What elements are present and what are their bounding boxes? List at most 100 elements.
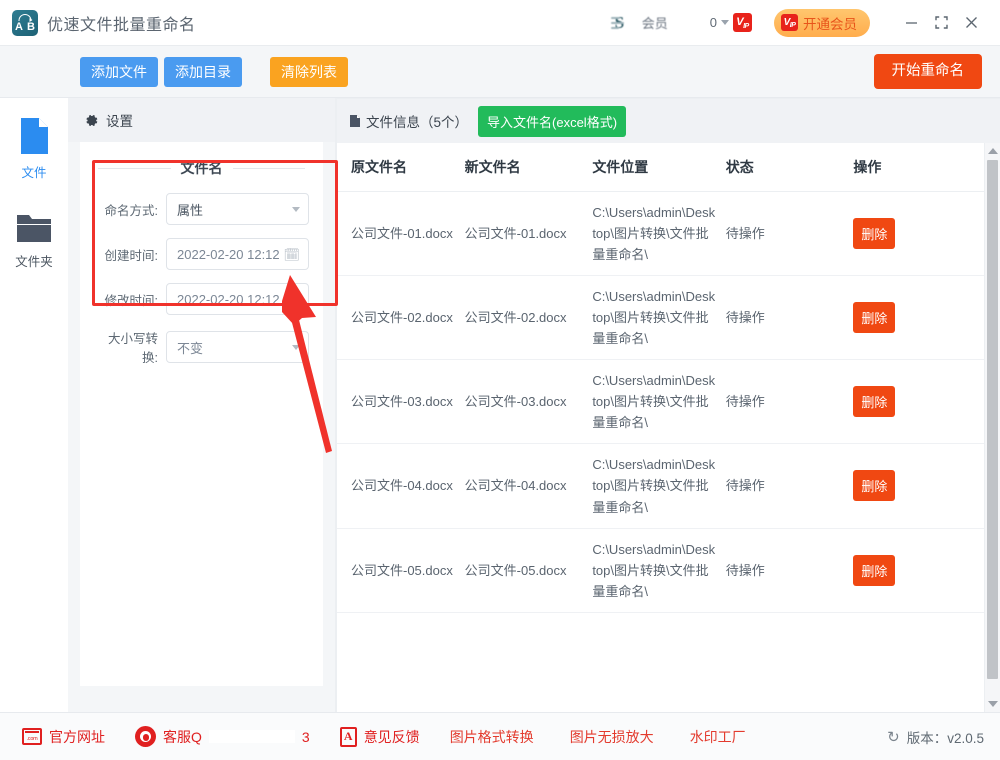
cell-action: 删除 bbox=[853, 275, 984, 361]
file-table-wrap: 原文件名 新文件名 文件位置 状态 操作 公司文件-01.docx 公司文件-0… bbox=[337, 143, 1000, 712]
start-rename-button[interactable]: 开始重命名 bbox=[873, 54, 982, 89]
open-vip-button[interactable]: V IP 开通会员 bbox=[774, 8, 870, 37]
user-account[interactable]: S 会员 bbox=[610, 13, 668, 33]
chevron-down-icon bbox=[292, 344, 300, 350]
naming-mode-select[interactable]: 属性 bbox=[166, 193, 309, 225]
file-info-title-text: 文件信息（5个） bbox=[366, 115, 469, 130]
footer-bar: .com 官方网址 客服Q 3 A 意见反馈 图片格式转换 图片无损放大 水印工… bbox=[0, 712, 1000, 760]
form-row-case-convert: 大小写转换: 不变 bbox=[80, 328, 323, 366]
cell-original-name: 公司文件-03.docx bbox=[337, 359, 465, 445]
table-row: 公司文件-04.docx 公司文件-04.docx C:\Users\admin… bbox=[337, 443, 984, 529]
scroll-down-button[interactable] bbox=[987, 696, 998, 712]
user-name: 会员 bbox=[641, 16, 668, 31]
link-watermark-factory[interactable]: 水印工厂 bbox=[690, 727, 746, 747]
minimize-button[interactable] bbox=[896, 8, 926, 38]
cell-new-name: 公司文件-03.docx bbox=[464, 359, 593, 445]
refresh-icon: ↻ bbox=[887, 728, 900, 746]
sidebar-item-folder[interactable]: 文件夹 bbox=[6, 207, 62, 274]
file-list-header: 文件信息（5个） 导入文件名(excel格式) bbox=[337, 99, 1000, 143]
triangle-up-icon bbox=[987, 148, 998, 154]
logo-letter-b: B bbox=[27, 20, 35, 33]
customer-support-link[interactable]: 客服Q 3 bbox=[135, 726, 310, 747]
cell-new-name: 公司文件-05.docx bbox=[464, 528, 593, 613]
scrollbar-track[interactable] bbox=[985, 159, 1000, 696]
calendar-icon: 🗓 bbox=[283, 246, 300, 262]
settings-header-label: 设置 bbox=[106, 114, 133, 129]
app-title: 优速文件批量重命名 bbox=[47, 16, 196, 34]
delete-button[interactable]: 删除 bbox=[853, 386, 896, 418]
vip-icon: V IP bbox=[733, 13, 752, 32]
file-info-icon bbox=[350, 115, 360, 127]
import-excel-button[interactable]: 导入文件名(excel格式) bbox=[478, 105, 627, 137]
headset-icon bbox=[135, 726, 156, 747]
maximize-button[interactable] bbox=[926, 8, 956, 38]
naming-mode-label: 命名方式: bbox=[104, 203, 158, 218]
file-icon bbox=[21, 118, 48, 154]
table-row: 公司文件-02.docx 公司文件-02.docx C:\Users\admin… bbox=[337, 275, 984, 361]
case-convert-select[interactable]: 不变 bbox=[166, 331, 309, 363]
cell-file-path: C:\Users\admin\Desktop\图片转换\文件批量重命名\ bbox=[592, 528, 726, 613]
customer-support-suffix: 3 bbox=[301, 728, 310, 745]
file-table: 原文件名 新文件名 文件位置 状态 操作 公司文件-01.docx 公司文件-0… bbox=[337, 143, 984, 613]
settings-header: 设置 bbox=[68, 98, 335, 142]
file-info-title: 文件信息（5个） bbox=[349, 111, 468, 131]
cell-new-name: 公司文件-04.docx bbox=[464, 443, 593, 529]
modify-time-value: 2022-02-20 12:12 bbox=[177, 291, 280, 307]
clear-list-button[interactable]: 清除列表 bbox=[270, 56, 348, 87]
delete-button[interactable]: 删除 bbox=[853, 218, 896, 250]
delete-button[interactable]: 删除 bbox=[853, 302, 896, 334]
form-row-naming-mode: 命名方式: 属性 bbox=[80, 193, 323, 225]
create-time-input[interactable]: 2022-02-20 12:12 🗓 bbox=[166, 238, 309, 270]
maximize-icon bbox=[934, 16, 948, 29]
col-status: 状态 bbox=[725, 143, 854, 192]
avatar-streak bbox=[610, 26, 619, 29]
modify-time-input[interactable]: 2022-02-20 12:12 🗓 bbox=[166, 283, 309, 315]
cell-original-name: 公司文件-05.docx bbox=[337, 528, 465, 613]
app-logo-icon: A B bbox=[12, 9, 38, 36]
delete-button[interactable]: 删除 bbox=[853, 554, 896, 586]
cell-status: 待操作 bbox=[725, 275, 854, 361]
vertical-scrollbar[interactable] bbox=[984, 143, 1000, 712]
table-row: 公司文件-05.docx 公司文件-05.docx C:\Users\admin… bbox=[337, 528, 984, 613]
scrollbar-thumb[interactable] bbox=[987, 160, 998, 679]
cell-file-path: C:\Users\admin\Desktop\图片转换\文件批量重命名\ bbox=[592, 359, 726, 445]
avatar: S bbox=[610, 13, 635, 33]
cell-action: 删除 bbox=[853, 191, 984, 277]
chevron-down-icon bbox=[721, 20, 729, 25]
delete-button[interactable]: 删除 bbox=[853, 470, 896, 502]
feedback-link[interactable]: A 意见反馈 bbox=[339, 726, 420, 747]
feedback-label: 意见反馈 bbox=[363, 728, 420, 745]
naming-mode-value: 属性 bbox=[177, 202, 204, 218]
add-directory-button[interactable]: 添加目录 bbox=[164, 56, 242, 87]
cell-original-name: 公司文件-02.docx bbox=[337, 275, 465, 361]
avatar-streak bbox=[610, 21, 624, 24]
cell-action: 删除 bbox=[853, 359, 984, 445]
cell-new-name: 公司文件-01.docx bbox=[464, 191, 593, 277]
version-info[interactable]: ↻ 版本：v2.0.5 bbox=[887, 727, 984, 747]
customer-support-label: 客服Q bbox=[163, 728, 202, 745]
cell-original-name: 公司文件-04.docx bbox=[337, 443, 465, 529]
link-image-format-convert[interactable]: 图片格式转换 bbox=[450, 727, 534, 747]
sidebar: 文件 文件夹 bbox=[0, 98, 68, 712]
close-button[interactable] bbox=[956, 8, 986, 38]
close-icon bbox=[965, 17, 977, 28]
sidebar-item-file[interactable]: 文件 bbox=[6, 112, 62, 185]
table-row: 公司文件-01.docx 公司文件-01.docx C:\Users\admin… bbox=[337, 191, 984, 277]
cell-status: 待操作 bbox=[725, 528, 854, 613]
credit-dropdown[interactable]: 0 V IP bbox=[710, 13, 752, 32]
cell-status: 待操作 bbox=[725, 191, 854, 277]
link-image-lossless-enlarge[interactable]: 图片无损放大 bbox=[570, 727, 654, 747]
sidebar-item-file-label: 文件 bbox=[21, 166, 47, 180]
official-website-link[interactable]: .com 官方网址 bbox=[22, 727, 105, 747]
com-icon: .com bbox=[22, 728, 42, 745]
scroll-up-button[interactable] bbox=[987, 143, 998, 159]
cell-action: 删除 bbox=[853, 443, 984, 529]
add-file-button[interactable]: 添加文件 bbox=[80, 56, 158, 87]
main-body: 文件 文件夹 设置 文件名 命名方式: 属性 创建时间: 2022-02-20 … bbox=[0, 98, 1000, 712]
folder-icon bbox=[17, 215, 51, 242]
cell-file-path: C:\Users\admin\Desktop\图片转换\文件批量重命名\ bbox=[592, 443, 726, 529]
official-website-label: 官方网址 bbox=[49, 728, 105, 745]
cell-original-name: 公司文件-01.docx bbox=[337, 191, 465, 277]
modify-time-label: 修改时间: bbox=[104, 293, 158, 308]
open-vip-label: 开通会员 bbox=[803, 16, 857, 32]
